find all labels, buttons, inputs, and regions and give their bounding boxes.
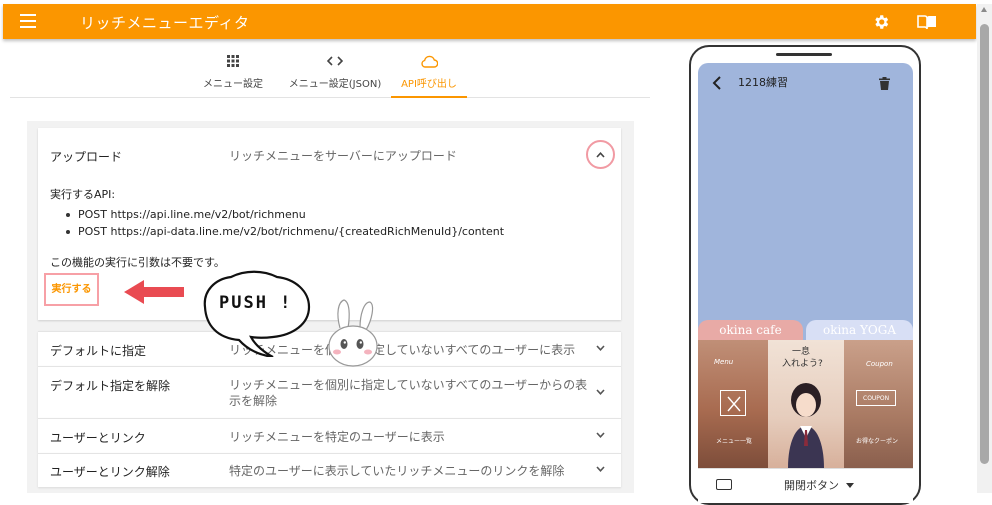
list-item: POST https://api.line.me/v2/bot/richmenu xyxy=(66,208,504,225)
caret-down-icon[interactable] xyxy=(846,483,854,488)
app-bar: リッチメニューエディタ xyxy=(3,4,976,39)
trash-icon[interactable] xyxy=(879,75,890,94)
gear-icon[interactable] xyxy=(872,13,890,31)
coupon-ticket-icon: COUPON xyxy=(856,390,896,406)
code-icon xyxy=(280,55,390,69)
app-title: リッチメニューエディタ xyxy=(80,14,250,32)
coupon-box-label: COUPON xyxy=(863,395,890,402)
accordion-row-link-user[interactable]: ユーザーとリンク リッチメニューを特定のユーザーに表示 xyxy=(38,418,621,453)
tab-menu-settings[interactable]: メニュー設定 xyxy=(193,50,273,98)
chat-title: 1218練習 xyxy=(738,76,788,89)
chevron-down-icon[interactable] xyxy=(596,389,605,398)
richmenu-image[interactable]: Menu メニュー一覧 一息 入れよう? Coupon COUPON お得なクー… xyxy=(698,340,913,468)
tab-api-call[interactable]: API呼び出し xyxy=(391,50,467,98)
tab-menu-settings-json[interactable]: メニュー設定(JSON) xyxy=(280,50,390,98)
accordion-label: デフォルトに指定 xyxy=(50,344,147,358)
cloud-icon xyxy=(391,55,467,69)
menu-list-label: メニュー一覧 xyxy=(716,438,753,445)
accordion-description: リッチメニューを特定のユーザーに表示 xyxy=(229,430,445,444)
richmenu-tab-cafe[interactable]: okina cafe xyxy=(698,320,803,340)
tab-bar: メニュー設定 メニュー設定(JSON) API呼び出し xyxy=(10,50,650,98)
keyboard-icon[interactable] xyxy=(716,479,732,490)
phone-preview: 1218練習 okina cafe okina YOGA Menu メニュー一覧… xyxy=(689,45,921,505)
accordion-label: ユーザーとリンク解除 xyxy=(50,465,170,479)
tab-label: API呼び出し xyxy=(401,79,457,90)
richmenu-toggle[interactable]: 開閉ボタン xyxy=(784,477,839,493)
bunny-mascot-icon xyxy=(322,298,384,370)
page-scrollbar[interactable] xyxy=(977,4,992,493)
coupon-caption: Coupon xyxy=(866,360,893,368)
richmenu-bar: 開閉ボタン xyxy=(698,468,913,503)
book-icon[interactable] xyxy=(917,15,937,30)
accordion-label[interactable]: アップロード xyxy=(50,148,122,165)
accordion-description: 特定のユーザーに表示していたリッチメニューのリンクを解除 xyxy=(229,464,565,478)
phone-screen: 1218練習 okina cafe okina YOGA Menu メニュー一覧… xyxy=(698,63,913,503)
execute-button[interactable]: 実行する xyxy=(44,273,99,306)
chevron-down-icon[interactable] xyxy=(596,345,605,354)
richmenu-area-menu[interactable]: Menu メニュー一覧 xyxy=(698,340,768,468)
accordion-row-unset-default[interactable]: デフォルト指定を解除 リッチメニューを個別に指定していないすべてのユーザーからの… xyxy=(38,366,621,418)
red-arrow-icon xyxy=(122,278,186,306)
scroll-up-arrow-icon[interactable] xyxy=(981,7,987,12)
chevron-down-icon[interactable] xyxy=(596,466,605,475)
back-icon[interactable] xyxy=(712,75,722,94)
menu-caption: Menu xyxy=(714,358,734,366)
accordion-row-unlink-user[interactable]: ユーザーとリンク解除 特定のユーザーに表示していたリッチメニューのリンクを解除 xyxy=(38,453,621,487)
richmenu-area-center[interactable]: 一息 入れよう? xyxy=(768,340,844,468)
center-text-line1: 一息 xyxy=(792,347,811,357)
tab-label: メニュー設定 xyxy=(203,79,263,90)
list-item: POST https://api-data.line.me/v2/bot/ric… xyxy=(66,225,504,242)
character-illustration-icon xyxy=(784,378,828,468)
api-list: POST https://api.line.me/v2/bot/richmenu… xyxy=(66,208,504,242)
richmenu-area-coupon[interactable]: Coupon COUPON お得なクーポン xyxy=(844,340,913,468)
chevron-down-icon[interactable] xyxy=(596,432,605,441)
phone-speaker xyxy=(776,53,832,56)
speech-bubble: PUSH ! xyxy=(197,267,317,357)
grid-icon xyxy=(193,55,273,69)
coupon-label: お得なクーポン xyxy=(856,438,899,445)
scrollbar-thumb[interactable] xyxy=(980,24,989,464)
bubble-text: PUSH ! xyxy=(219,293,293,313)
collapse-button[interactable] xyxy=(586,140,615,169)
tab-label: メニュー設定(JSON) xyxy=(288,79,382,90)
api-title: 実行するAPI: xyxy=(50,188,116,201)
richmenu-tab-yoga[interactable]: okina YOGA xyxy=(806,320,913,340)
accordion-label: デフォルト指定を解除 xyxy=(50,379,171,393)
accordion-label: ユーザーとリンク xyxy=(50,431,146,445)
center-text-line2: 入れよう? xyxy=(782,359,823,369)
cutlery-icon xyxy=(720,390,746,416)
richmenu-tabs: okina cafe okina YOGA xyxy=(698,318,913,340)
menu-icon[interactable] xyxy=(20,14,36,28)
accordion-description: リッチメニューを個別に指定していないすべてのユーザーからの表示を解除 xyxy=(229,378,588,408)
accordion-description: リッチメニューをサーバーにアップロード xyxy=(229,149,457,163)
